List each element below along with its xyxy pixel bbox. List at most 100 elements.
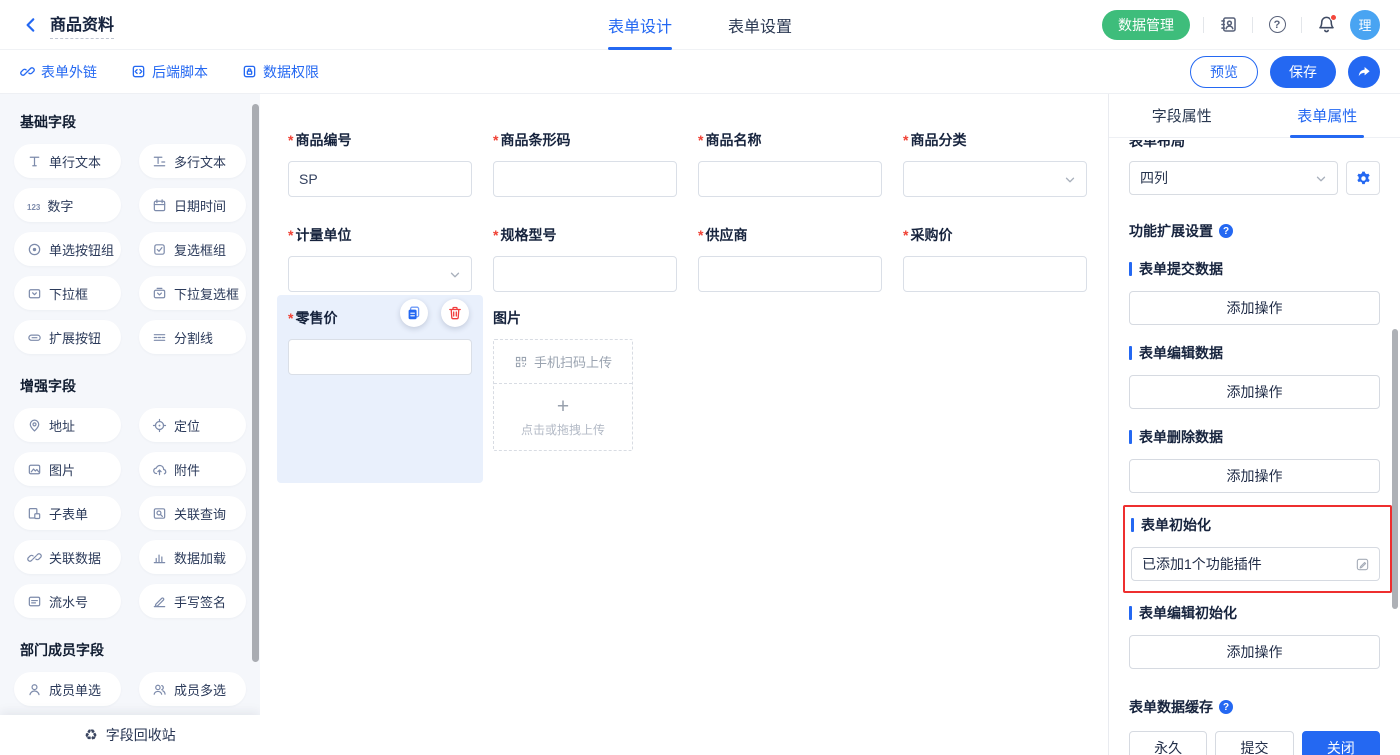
field-unit[interactable]: *计量单位 [288, 225, 472, 292]
field-pill-serial-number[interactable]: 流水号 [14, 584, 121, 618]
dropdown-icon [27, 286, 42, 301]
field-pill-dropdown[interactable]: 下拉框 [14, 276, 121, 310]
section-title: 基础字段 [20, 112, 240, 132]
retail-price-input[interactable] [288, 339, 472, 375]
product-name-input[interactable] [698, 161, 882, 197]
number-icon [27, 198, 40, 213]
contacts-icon[interactable] [1217, 14, 1239, 36]
scan-upload-button[interactable]: 手机扫码上传 [494, 340, 632, 384]
field-pill-signature[interactable]: 手写签名 [139, 584, 246, 618]
form-init-plugin[interactable]: 已添加1个功能插件 [1131, 547, 1380, 581]
field-recycle-bin[interactable]: 字段回收站 [0, 715, 260, 755]
target-icon [152, 418, 167, 433]
cache-option-forever[interactable]: 永久 [1129, 731, 1207, 755]
tab-field-properties[interactable]: 字段属性 [1109, 94, 1255, 137]
script-icon [131, 64, 146, 79]
back-button[interactable] [20, 14, 42, 36]
drag-upload-area[interactable]: 点击或拖拽上传 [494, 384, 632, 450]
chain-icon [27, 550, 42, 565]
field-supplier[interactable]: *供应商 [698, 225, 882, 292]
field-pill-divider-line[interactable]: 分割线 [139, 320, 246, 354]
multi-line-text-icon [152, 154, 167, 169]
lookup-icon [152, 506, 167, 521]
form-layout-label-clipped: 表单布局 [1129, 140, 1380, 152]
field-pill-attachment[interactable]: 附件 [139, 452, 246, 486]
help-icon[interactable] [1266, 14, 1288, 36]
purchase-price-input[interactable] [903, 256, 1087, 292]
preview-button[interactable]: 预览 [1190, 56, 1258, 88]
section-form-edit-init: 表单编辑初始化 [1129, 603, 1380, 623]
field-pill-data-load[interactable]: 数据加载 [139, 540, 246, 574]
chevron-down-icon [1063, 173, 1077, 187]
help-icon[interactable] [1219, 224, 1233, 238]
add-action-button-edit-init[interactable]: 添加操作 [1129, 635, 1380, 669]
selected-field-retail-price[interactable]: *零售价 [277, 295, 483, 483]
supplier-input[interactable] [698, 256, 882, 292]
field-pill-member-single[interactable]: 成员单选 [14, 672, 121, 706]
notification-bell-icon[interactable] [1315, 14, 1337, 36]
field-pill-extend-button[interactable]: 扩展按钮 [14, 320, 121, 354]
field-pill-multi-line-text[interactable]: 多行文本 [139, 144, 246, 178]
divider [1301, 17, 1302, 33]
field-spec-model[interactable]: *规格型号 [493, 225, 677, 292]
field-pill-radio-group[interactable]: 单选按钮组 [14, 232, 121, 266]
field-product-category[interactable]: *商品分类 [903, 130, 1087, 197]
save-button[interactable]: 保存 [1270, 56, 1336, 88]
field-pill-single-line-text[interactable]: 单行文本 [14, 144, 121, 178]
data-permission-link[interactable]: 数据权限 [242, 62, 319, 82]
section-basic-fields: 基础字段 单行文本 多行文本 数字 日期时间 [14, 112, 246, 354]
extension-settings-title: 功能扩展设置 [1129, 221, 1380, 241]
cache-option-off[interactable]: 关闭 [1302, 731, 1380, 755]
add-action-button-edit[interactable]: 添加操作 [1129, 375, 1380, 409]
section-form-init: 表单初始化 [1131, 515, 1380, 535]
field-pill-location[interactable]: 定位 [139, 408, 246, 442]
field-pill-subform[interactable]: 子表单 [14, 496, 121, 530]
cloud-upload-icon [152, 462, 167, 477]
avatar[interactable]: 理 [1350, 10, 1380, 40]
product-category-select[interactable] [903, 161, 1087, 197]
tab-form-settings[interactable]: 表单设置 [728, 0, 792, 50]
properties-panel: 字段属性 表单属性 表单布局 四列 功能扩展设置 表单提交数据 添加操作 表单编… [1108, 94, 1400, 755]
add-action-button-submit[interactable]: 添加操作 [1129, 291, 1380, 325]
tab-form-design[interactable]: 表单设计 [608, 0, 672, 50]
cache-option-submit[interactable]: 提交 [1215, 731, 1293, 755]
dropdown-multiselect-icon [152, 286, 167, 301]
field-pill-address[interactable]: 地址 [14, 408, 121, 442]
sidebar-scrollbar[interactable] [252, 104, 259, 662]
field-library-sidebar: 基础字段 单行文本 多行文本 数字 日期时间 [0, 94, 260, 755]
field-pill-checkbox-group[interactable]: 复选框组 [139, 232, 246, 266]
form-toolbar: 表单外链 后端脚本 数据权限 预览 保存 [0, 50, 1400, 94]
field-purchase-price[interactable]: *采购价 [903, 225, 1087, 292]
field-product-barcode[interactable]: *商品条形码 [493, 130, 677, 197]
form-design-canvas[interactable]: *商品编号 *商品条形码 *商品名称 *商品分类 *计量单位 [260, 94, 1108, 755]
top-header: 商品资料 表单设计 表单设置 数据管理 理 [0, 0, 1400, 50]
field-image-upload[interactable]: 图片 手机扫码上传 点击或拖拽上传 [493, 295, 677, 483]
edit-icon [1355, 557, 1370, 572]
field-pill-image[interactable]: 图片 [14, 452, 121, 486]
field-pill-linked-query[interactable]: 关联查询 [139, 496, 246, 530]
field-pill-member-multi[interactable]: 成员多选 [139, 672, 246, 706]
field-pill-linked-data[interactable]: 关联数据 [14, 540, 121, 574]
layout-settings-button[interactable] [1346, 161, 1380, 195]
form-external-link[interactable]: 表单外链 [20, 62, 97, 82]
panel-tabs: 字段属性 表单属性 [1109, 94, 1400, 138]
publish-share-button[interactable] [1348, 56, 1380, 88]
product-barcode-input[interactable] [493, 161, 677, 197]
field-pill-number[interactable]: 数字 [14, 188, 121, 222]
unit-select[interactable] [288, 256, 472, 292]
field-product-code[interactable]: *商品编号 [288, 130, 472, 197]
help-icon[interactable] [1219, 700, 1233, 714]
field-product-name[interactable]: *商品名称 [698, 130, 882, 197]
spec-model-input[interactable] [493, 256, 677, 292]
product-code-input[interactable] [288, 161, 472, 197]
tab-form-properties[interactable]: 表单属性 [1255, 94, 1400, 137]
panel-scrollbar[interactable] [1392, 329, 1398, 609]
field-pill-dropdown-multiselect[interactable]: 下拉复选框 [139, 276, 246, 310]
field-pill-date-time[interactable]: 日期时间 [139, 188, 246, 222]
backend-script-link[interactable]: 后端脚本 [131, 62, 208, 82]
add-action-button-delete[interactable]: 添加操作 [1129, 459, 1380, 493]
page-title[interactable]: 商品资料 [50, 11, 114, 39]
subform-icon [27, 506, 42, 521]
data-manage-button[interactable]: 数据管理 [1102, 10, 1190, 40]
layout-columns-select[interactable]: 四列 [1129, 161, 1338, 195]
